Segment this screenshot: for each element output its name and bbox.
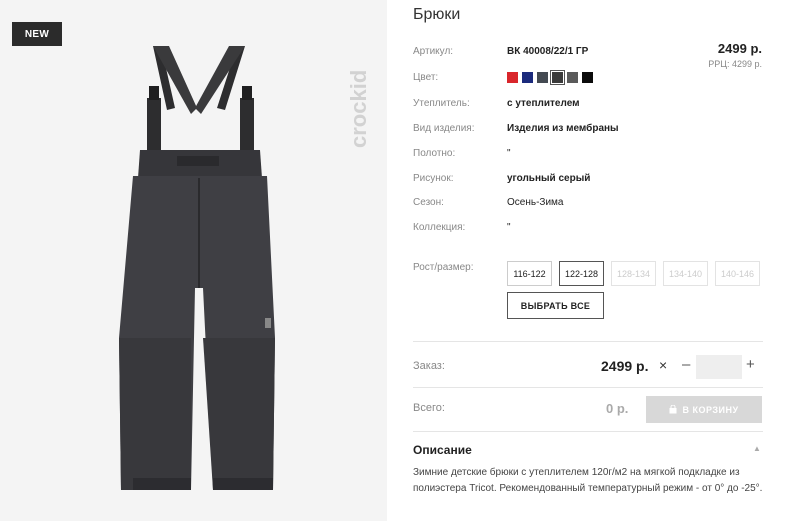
select-all-button[interactable]: ВЫБРАТЬ ВСЕ xyxy=(507,292,604,319)
size-option[interactable]: 116-122 xyxy=(507,261,552,286)
spec-value-collection: " xyxy=(507,222,511,233)
order-label: Заказ: xyxy=(413,360,445,372)
color-swatch[interactable] xyxy=(537,72,548,83)
color-swatch-selected[interactable] xyxy=(550,70,565,85)
color-swatch[interactable] xyxy=(567,72,578,83)
spec-label-article: Артикул: xyxy=(413,46,454,57)
spec-value-article: ВК 40008/22/1 ГР xyxy=(507,46,589,57)
color-swatch[interactable] xyxy=(582,72,593,83)
spec-label-season: Сезон: xyxy=(413,197,444,208)
spec-label-color: Цвет: xyxy=(413,72,439,83)
spec-value-type: Изделия из мембраны xyxy=(507,123,619,134)
divider xyxy=(413,341,763,342)
spec-label-type: Вид изделия: xyxy=(413,123,475,134)
rrp-price: РРЦ: 4299 р. xyxy=(708,59,762,69)
add-to-cart-button[interactable]: В КОРЗИНУ xyxy=(646,396,762,423)
quantity-decrease-button[interactable]: – xyxy=(682,356,690,373)
size-option-selected[interactable]: 122-128 xyxy=(559,261,604,286)
spec-label-insulation: Утеплитель: xyxy=(413,98,470,109)
quantity-increase-button[interactable]: + xyxy=(746,356,755,373)
size-option-disabled: 134-140 xyxy=(663,261,708,286)
spec-label-size: Рост/размер: xyxy=(413,262,474,273)
order-price: 2499 р. xyxy=(601,358,649,374)
divider xyxy=(413,431,763,432)
divider xyxy=(413,387,763,388)
size-option-disabled: 140-146 xyxy=(715,261,760,286)
size-selector: 116-122 122-128 128-134 134-140 140-146 xyxy=(507,261,760,286)
product-image[interactable] xyxy=(95,38,295,518)
color-swatch[interactable] xyxy=(522,72,533,83)
add-to-cart-label: В КОРЗИНУ xyxy=(682,404,739,415)
spec-label-pattern: Рисунок: xyxy=(413,173,454,184)
spec-value-pattern: угольный серый xyxy=(507,173,591,184)
product-gallery: NEW crockid xyxy=(0,0,387,521)
description-text: Зимние детские брюки с утеплителем 120г/… xyxy=(413,467,763,494)
color-swatch[interactable] xyxy=(507,72,518,83)
color-swatches xyxy=(507,70,593,85)
collapse-icon[interactable]: ▲ xyxy=(753,444,761,453)
quantity-input[interactable] xyxy=(696,355,742,379)
description-title: Описание xyxy=(413,443,472,457)
product-price: 2499 р. xyxy=(717,41,762,56)
total-label: Всего: xyxy=(413,402,445,414)
brand-logo: crockid xyxy=(346,70,371,148)
product-title: Брюки xyxy=(413,6,461,23)
spec-value-season: Осень-Зима xyxy=(507,197,564,208)
product-info: Брюки 2499 р. РРЦ: 4299 р. Артикул: ВК 4… xyxy=(387,0,800,521)
svg-text:crockid: crockid xyxy=(346,70,371,148)
total-price: 0 р. xyxy=(606,401,629,416)
spec-label-collection: Коллекция: xyxy=(413,222,466,233)
spec-value-fabric: " xyxy=(507,148,511,159)
new-badge: NEW xyxy=(12,22,62,46)
bag-icon xyxy=(669,405,677,414)
size-option-disabled: 128-134 xyxy=(611,261,656,286)
spec-value-insulation: с утеплителем xyxy=(507,98,580,109)
remove-icon[interactable]: × xyxy=(659,357,667,373)
spec-label-fabric: Полотно: xyxy=(413,148,456,159)
